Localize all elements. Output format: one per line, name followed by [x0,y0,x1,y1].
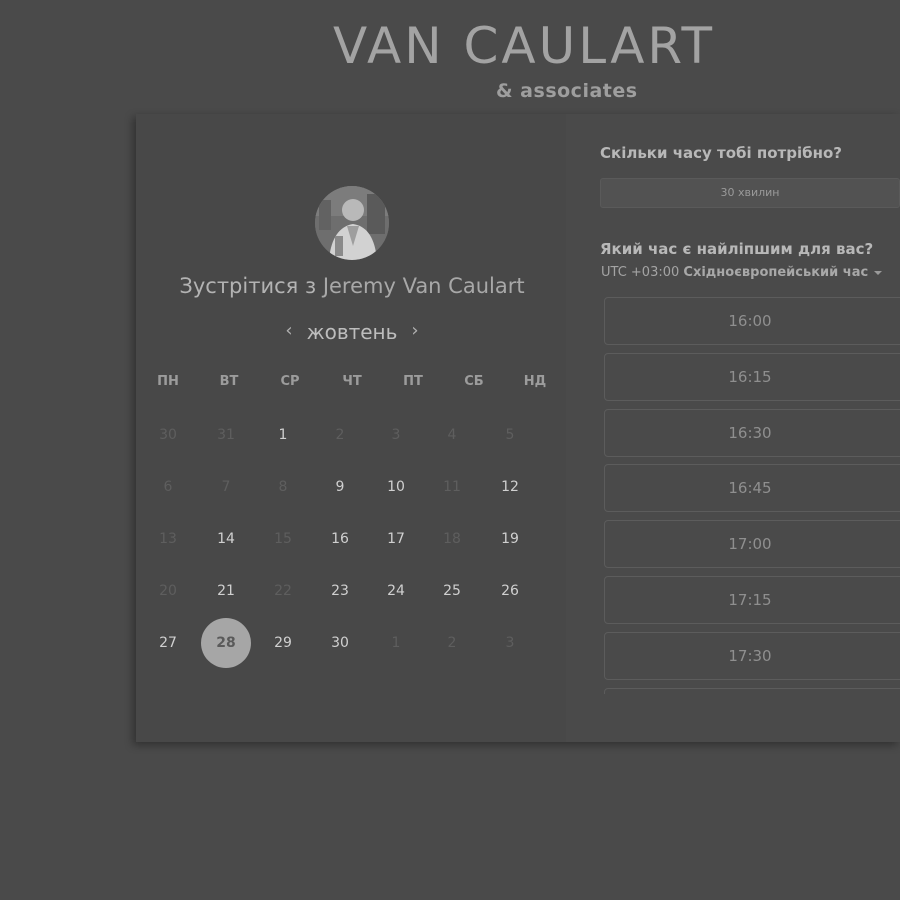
time-slot-button[interactable] [604,687,900,694]
time-slot-button[interactable]: 17:30 [604,631,900,680]
calendar-day[interactable]: 27 [143,618,193,668]
calendar-day[interactable]: 14 [201,514,251,564]
calendar-day[interactable]: 30 [315,618,365,668]
calendar-day[interactable]: 9 [315,462,365,512]
time-question: Який час є найліпшим для вас? [600,240,874,258]
calendar-day: 13 [159,531,177,547]
calendar-day-selected[interactable]: 28 [201,618,251,668]
calendar-day[interactable]: 16 [315,514,365,564]
time-panel: Скільки часу тобі потрібно? 30 хвилин Як… [566,114,900,742]
calendar-day: 31 [217,427,235,443]
time-slot-button[interactable]: 17:00 [604,520,900,569]
calendar-day: 3 [505,635,515,651]
calendar-day: 2 [335,427,345,443]
calendar-day[interactable]: 24 [371,566,421,616]
calendar-day: 20 [159,583,177,599]
calendar-day[interactable]: 19 [485,514,535,564]
calendar-day: 11 [443,479,461,495]
calendar-day: 3 [391,427,401,443]
calendar-days: 30 31 1 2 3 4 5 6 7 8 9 10 11 12 13 14 15 16 17 18 19 20 21 22 2… [136,114,566,742]
calendar-day[interactable]: 29 [258,618,308,668]
calendar-day: 15 [274,531,292,547]
calendar-day[interactable]: 10 [371,462,421,512]
calendar-panel: Зустрітися з Jeremy Van Caulart ‹ жовтен… [136,114,566,742]
calendar-day: 4 [447,427,457,443]
calendar-day[interactable]: 12 [485,462,535,512]
time-slot-button[interactable]: 16:30 [604,408,900,457]
calendar-day[interactable]: 23 [315,566,365,616]
caret-down-icon [874,270,883,275]
calendar-day: 8 [278,479,288,495]
calendar-day[interactable]: 26 [485,566,535,616]
time-slot-button[interactable]: 16:15 [604,352,900,401]
duration-question: Скільки часу тобі потрібно? [600,144,842,162]
brand-logo-tagline: & associates [496,80,638,102]
brand-logo-title: VAN CAULART [333,17,716,75]
time-slot-button[interactable]: 16:45 [604,464,900,513]
booking-card: Зустрітися з Jeremy Van Caulart ‹ жовтен… [136,114,900,742]
calendar-day: 18 [443,531,461,547]
timezone-select[interactable]: UTC +03:00 Східноєвропейський час [601,265,883,280]
page: VAN CAULART & associates Зустрітися з Je… [0,0,900,900]
calendar-day: 30 [159,427,177,443]
calendar-day[interactable]: 25 [427,566,477,616]
calendar-day: 7 [221,479,231,495]
calendar-day[interactable]: 17 [371,514,421,564]
calendar-day: 1 [391,635,401,651]
calendar-day: 2 [447,635,457,651]
calendar-day: 5 [505,427,515,443]
time-slot-button[interactable]: 16:00 [604,297,900,345]
duration-select[interactable]: 30 хвилин [600,178,900,208]
calendar-day: 6 [163,479,173,495]
time-slot-list[interactable]: 16:00 16:15 16:30 16:45 17:00 17:15 17:30 [604,297,900,694]
calendar-day: 22 [274,583,292,599]
calendar-day[interactable]: 1 [258,410,308,460]
timezone-name: Східноєвропейський час [683,265,869,280]
calendar-day[interactable]: 21 [201,566,251,616]
time-slot-button[interactable]: 17:15 [604,576,900,624]
timezone-offset: UTC +03:00 [601,265,680,280]
